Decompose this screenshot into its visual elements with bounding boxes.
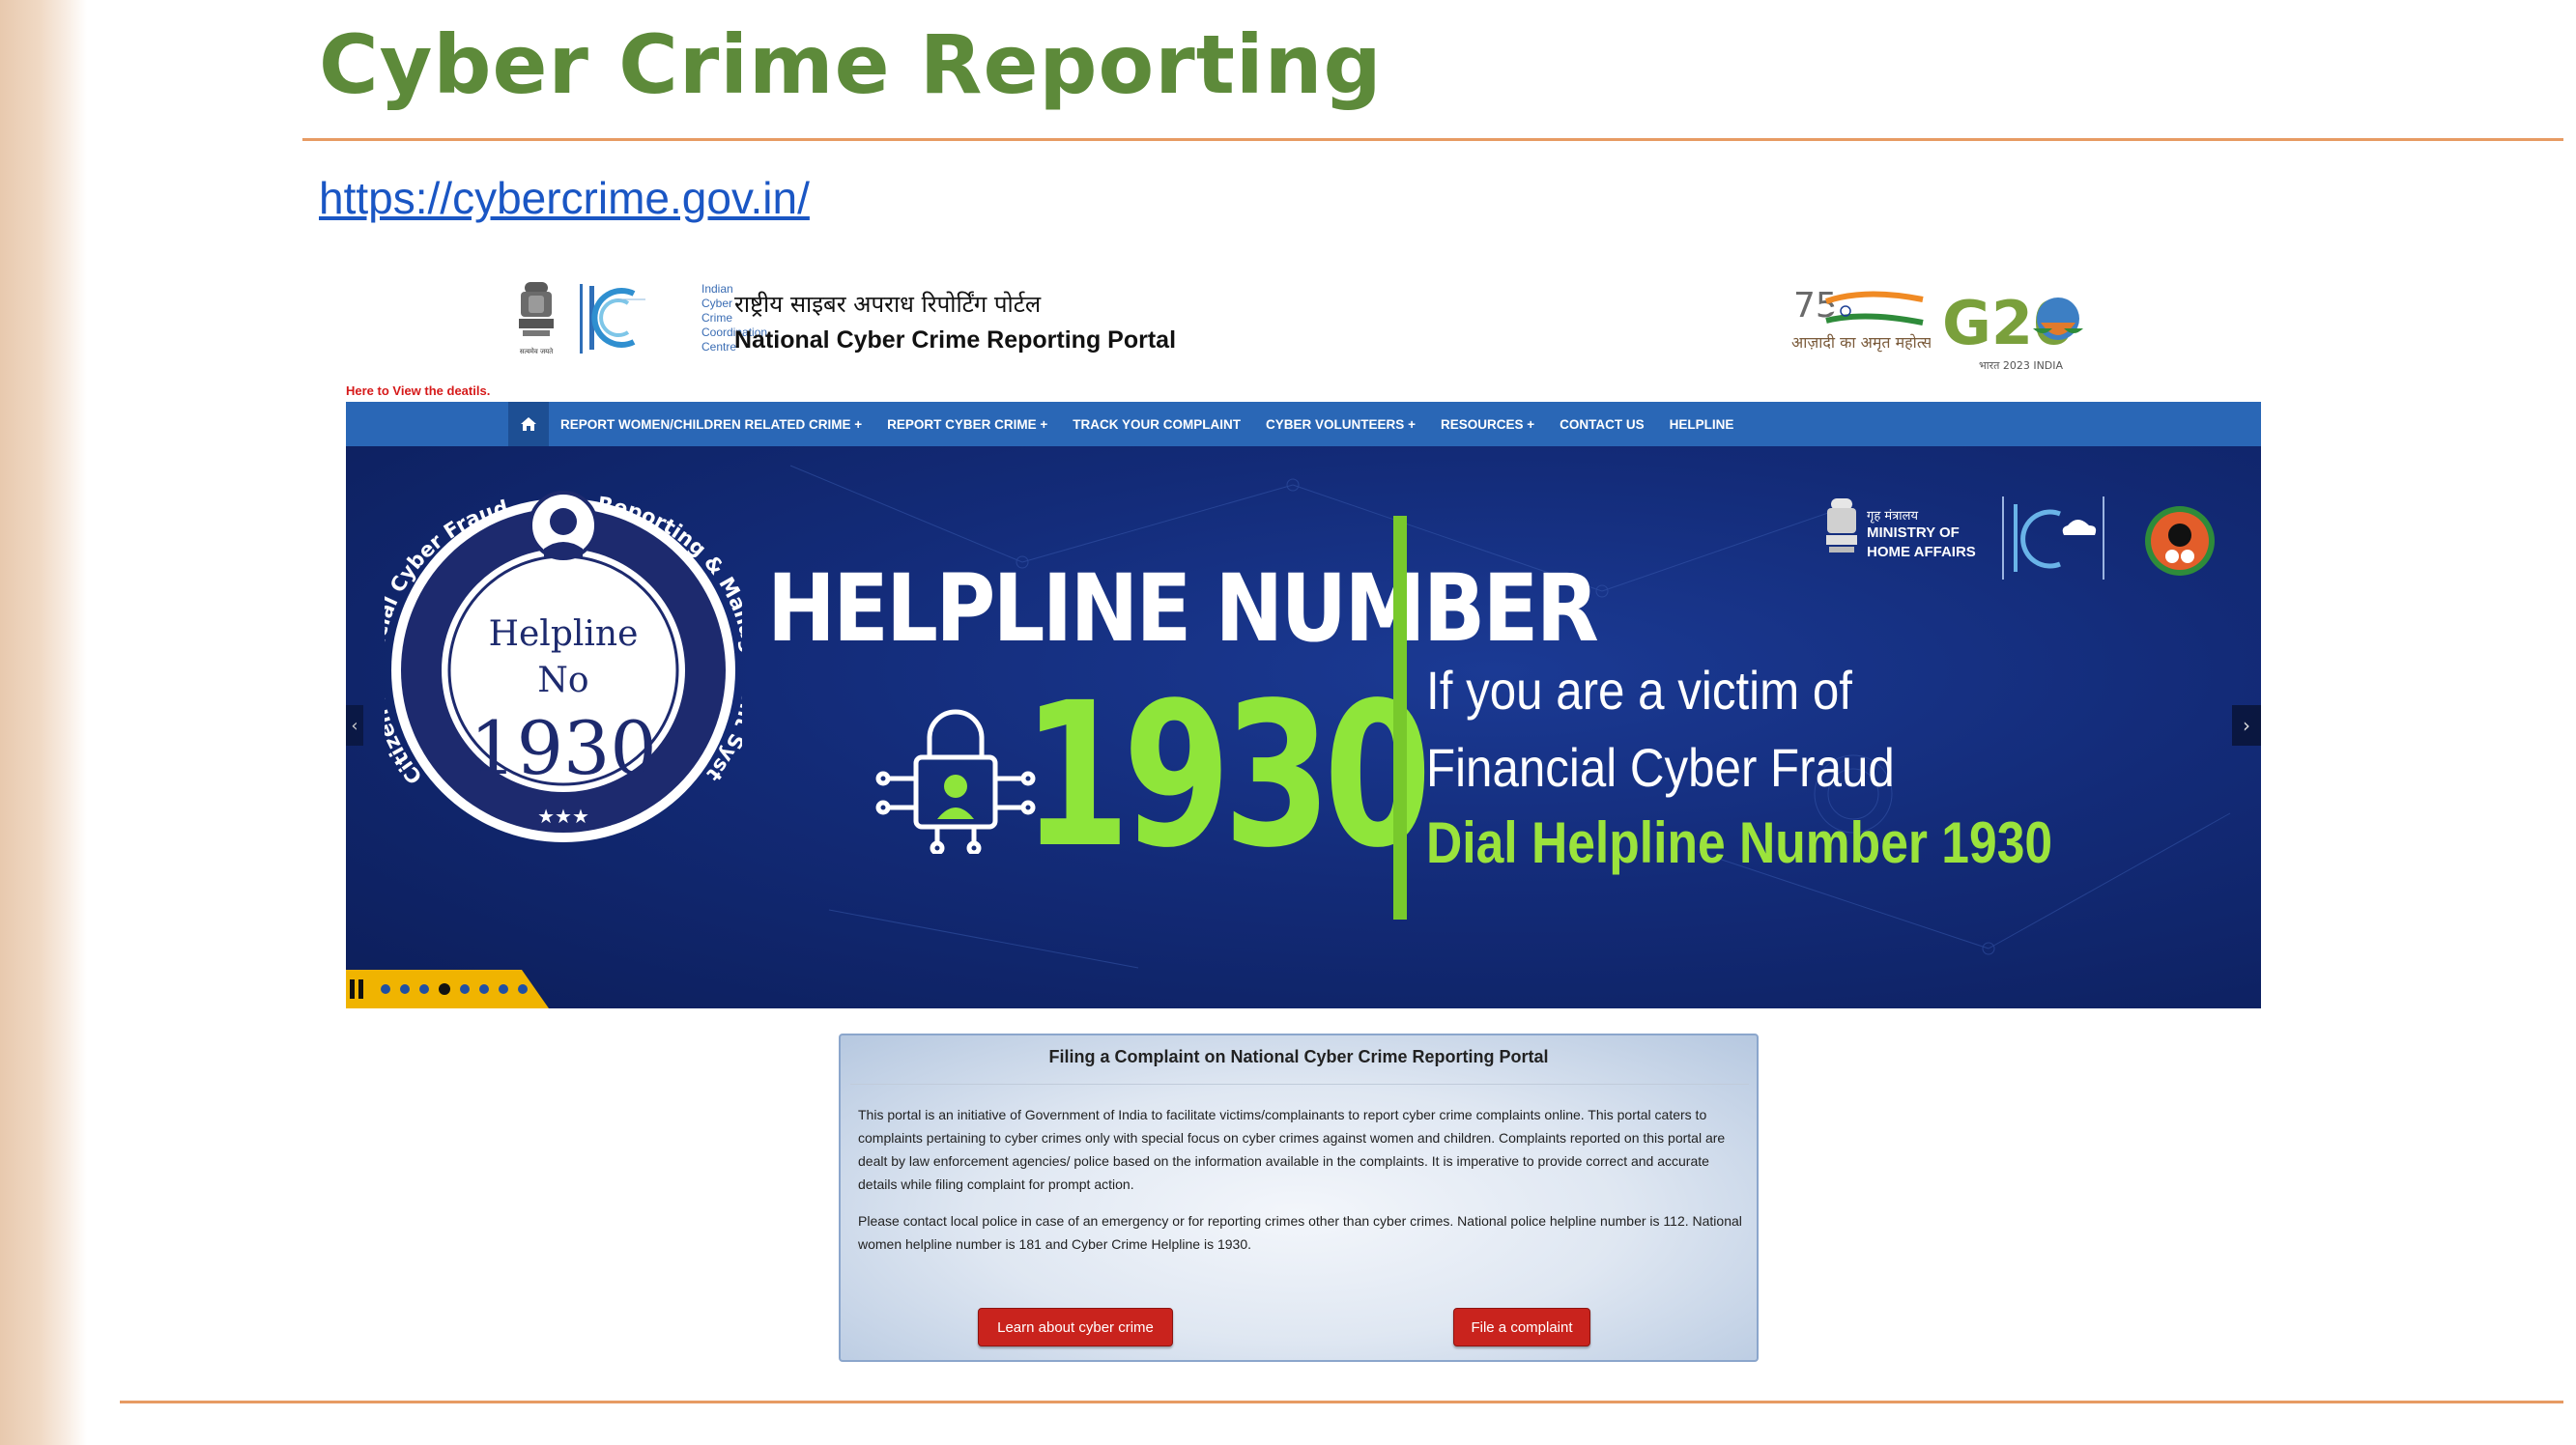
main-nav-bar: REPORT WOMEN/CHILDREN RELATED CRIME + RE… [346, 402, 2261, 446]
svg-text:★★★: ★★★ [537, 805, 589, 828]
helpline-heading: HELPLINE NUMBER [767, 554, 1599, 663]
banner-i4c-logo-icon [2002, 496, 2104, 580]
complaint-info-panel: Filing a Complaint on National Cyber Cri… [839, 1034, 1759, 1362]
nav-item-report-cyber-crime[interactable]: REPORT CYBER CRIME + [887, 417, 1047, 432]
home-button[interactable] [508, 402, 549, 446]
info-panel-title: Filing a Complaint on National Cyber Cri… [1048, 1047, 1549, 1066]
mha-hindi-label: गृह मंत्रालय [1867, 509, 1919, 524]
banner-divider [1393, 516, 1407, 920]
carousel-dot[interactable] [460, 984, 470, 994]
pause-icon[interactable] [350, 979, 367, 999]
nav-menu: REPORT WOMEN/CHILDREN RELATED CRIME + RE… [560, 402, 1759, 446]
info-paragraph-helplines: Please contact local police in case of a… [858, 1213, 1742, 1252]
azadi-ka-amrit-mahotsav-logo-icon: 75 आज़ादी का अमृत महोत्सव [1791, 286, 1931, 353]
carousel-dot-active[interactable] [439, 983, 450, 995]
nav-item-track-complaint[interactable]: TRACK YOUR COMPLAINT [1073, 417, 1241, 432]
learn-about-cyber-crime-button[interactable]: Learn about cyber crime [978, 1308, 1173, 1346]
svg-text:भारत 2023 INDIA: भारत 2023 INDIA [1979, 359, 2064, 372]
carousel-dot[interactable] [499, 984, 508, 994]
portal-title-english: National Cyber Crime Reporting Portal [734, 326, 1177, 354]
info-paragraph-intro: This portal is an initiative of Governme… [858, 1107, 1726, 1192]
mha-label: MINISTRY OF HOME AFFAIRS [1867, 524, 1976, 560]
carousel-dot[interactable] [400, 984, 410, 994]
info-panel-divider [850, 1084, 1749, 1085]
nav-item-cyber-volunteers[interactable]: CYBER VOLUNTEERS + [1266, 417, 1416, 432]
banner-fraud-line: Financial Cyber Fraud [1426, 737, 1895, 798]
view-details-notice[interactable]: Here to View the deatils. [346, 383, 490, 398]
state-emblem-icon: सत्यमेव जयते [519, 282, 554, 355]
helpline-big-number: 1930 [1022, 660, 1432, 892]
portal-title-hindi: राष्ट्रीय साइबर अपराध रिपोर्टिंग पोर्टल [734, 291, 1042, 318]
file-complaint-button[interactable]: File a complaint [1453, 1308, 1590, 1346]
carousel-prev-button[interactable]: ‹ [346, 705, 363, 746]
banner-victim-line: If you are a victim of [1426, 660, 1852, 721]
badge-helpline-label: Helpline [488, 614, 639, 654]
carousel-dot[interactable] [479, 984, 489, 994]
secure-lock-icon [875, 709, 1036, 854]
slide: Cyber Crime Reporting https://cybercrime… [0, 0, 2576, 1445]
portal-url-link[interactable]: https://cybercrime.gov.in/ [319, 172, 810, 224]
svg-text:सत्यमेव जयते: सत्यमेव जयते [520, 347, 554, 355]
footer-divider [120, 1401, 2563, 1403]
i4c-logo-icon [580, 284, 645, 354]
slide-title: Cyber Crime Reporting [319, 17, 1383, 112]
title-divider [302, 138, 2563, 141]
nav-item-helpline[interactable]: HELPLINE [1670, 417, 1734, 432]
home-icon [521, 417, 536, 431]
portal-header: सत्यमेव जयते Indian Cyber Crime Coordina… [346, 261, 2261, 382]
decorative-side-strip [0, 0, 87, 1445]
carousel-dot[interactable] [419, 984, 429, 994]
carousel-dot[interactable] [381, 984, 390, 994]
carousel-next-button[interactable]: › [2232, 705, 2261, 746]
banner-dial-line: Dial Helpline Number 1930 [1426, 810, 2053, 875]
mha-emblem-icon [1826, 498, 1857, 552]
g20-logo-icon: G20 भारत 2023 INDIA [1942, 288, 2083, 372]
badge-number: 1930 [470, 705, 657, 791]
badge-no-label: No [537, 661, 589, 700]
cyber-dost-logo-icon [2145, 506, 2215, 576]
nav-item-contact-us[interactable]: CONTACT US [1560, 417, 1645, 432]
nav-item-resources[interactable]: RESOURCES + [1441, 417, 1534, 432]
hero-banner: Citizen Financial Cyber Fraud Reporting … [346, 446, 2261, 1008]
nav-item-report-women-children[interactable]: REPORT WOMEN/CHILDREN RELATED CRIME + [560, 417, 862, 432]
svg-text:आज़ादी का अमृत महोत्सव: आज़ादी का अमृत महोत्सव [1791, 333, 1931, 353]
carousel-controls [346, 970, 549, 1008]
carousel-dot[interactable] [518, 984, 528, 994]
